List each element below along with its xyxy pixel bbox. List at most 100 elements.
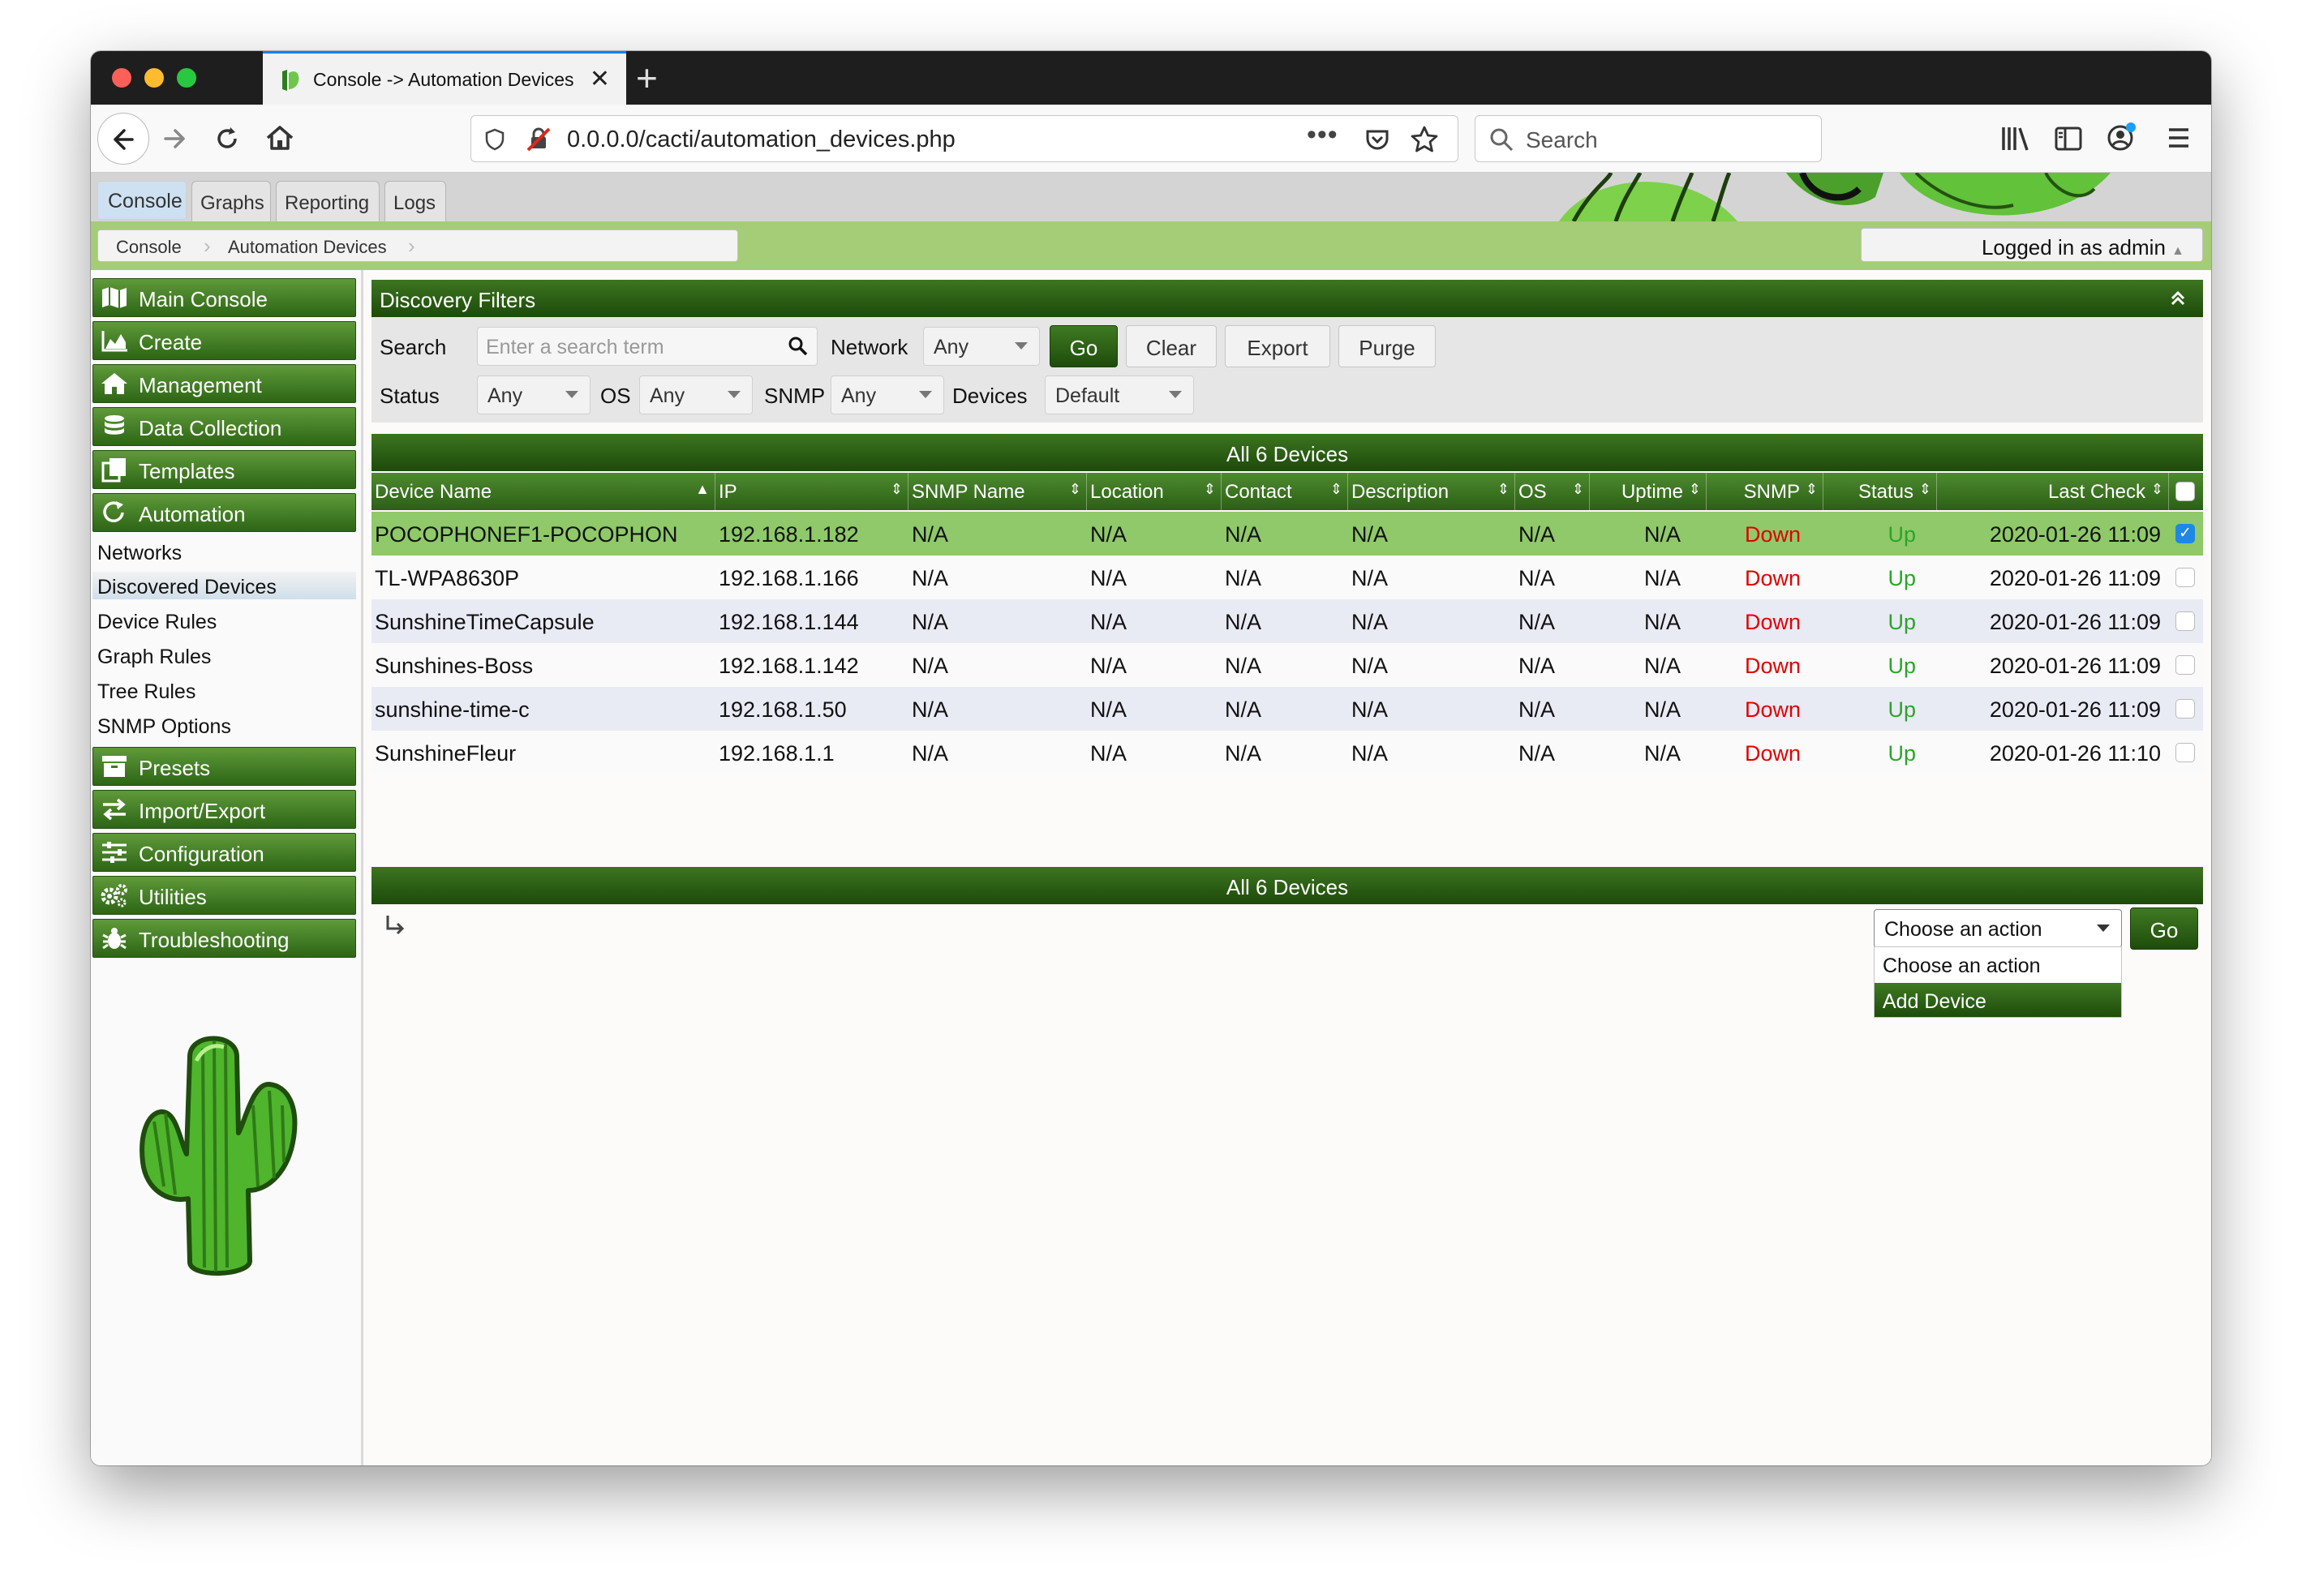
cell-location: N/A: [1090, 697, 1127, 722]
new-tab-icon[interactable]: +: [636, 56, 658, 100]
network-select[interactable]: Any: [923, 327, 1040, 366]
sidebar-item-graph-rules[interactable]: Graph Rules: [97, 646, 211, 669]
shield-icon[interactable]: [483, 127, 507, 152]
sidebar-item-device-rules[interactable]: Device Rules: [97, 611, 217, 634]
insecure-lock-icon[interactable]: [525, 126, 552, 153]
row-checkbox[interactable]: [2175, 655, 2195, 675]
row-checkbox[interactable]: ✓: [2175, 524, 2195, 543]
menu-configuration[interactable]: Configuration: [92, 833, 356, 872]
row-checkbox[interactable]: [2175, 699, 2195, 719]
sidebar: Main Console Create Management Data Coll…: [91, 270, 363, 1465]
cell-name[interactable]: SunshineTimeCapsule: [375, 610, 595, 635]
tab-console[interactable]: Console: [97, 181, 187, 220]
bookmark-star-icon[interactable]: [1409, 124, 1440, 155]
dropdown-option-choose[interactable]: Choose an action: [1875, 947, 2121, 981]
sidebar-item-networks[interactable]: Networks: [97, 542, 182, 565]
devices-select[interactable]: Default: [1045, 375, 1194, 414]
reload-icon[interactable]: [211, 122, 243, 155]
breadcrumb-console[interactable]: Console: [116, 237, 182, 258]
sidebar-toggle-icon[interactable]: [2054, 124, 2083, 153]
cell-name[interactable]: POCOPHONEF1-POCOPHON: [375, 522, 678, 547]
column-status[interactable]: Status ⇕: [1823, 473, 1937, 510]
sort-icon: ⇕: [1688, 481, 1701, 497]
column-uptime[interactable]: Uptime ⇕: [1590, 473, 1707, 510]
row-checkbox[interactable]: [2175, 611, 2195, 631]
status-select[interactable]: Any: [477, 375, 591, 414]
column-os[interactable]: OS ⇕: [1515, 473, 1590, 510]
hamburger-menu-icon[interactable]: [2166, 126, 2192, 150]
forward-arrow-icon[interactable]: [159, 122, 191, 155]
select-all-checkbox[interactable]: [2175, 482, 2195, 501]
page-actions-icon[interactable]: •••: [1307, 119, 1338, 151]
sidebar-item-snmp-options[interactable]: SNMP Options: [97, 715, 231, 739]
menu-automation[interactable]: Automation: [92, 493, 356, 532]
column-snmp[interactable]: SNMP ⇕: [1707, 473, 1823, 510]
sidebar-item-tree-rules[interactable]: Tree Rules: [97, 680, 195, 704]
menu-templates[interactable]: Templates: [92, 450, 356, 489]
column-description[interactable]: Description ⇕: [1348, 473, 1515, 510]
cell-name[interactable]: sunshine-time-c: [375, 697, 530, 723]
pocket-icon[interactable]: [1364, 126, 1391, 153]
cell-name[interactable]: Sunshines-Boss: [375, 654, 533, 679]
cell-name[interactable]: TL-WPA8630P: [375, 566, 519, 591]
logged-in-menu[interactable]: Logged in as admin ▲: [1861, 228, 2203, 262]
menu-create[interactable]: Create: [92, 321, 356, 360]
snmp-select[interactable]: Any: [831, 375, 944, 414]
column-device-name[interactable]: Device Name ▲: [371, 473, 715, 510]
os-select[interactable]: Any: [639, 375, 753, 414]
account-icon[interactable]: [2106, 121, 2138, 153]
menu-troubleshooting[interactable]: Troubleshooting: [92, 919, 356, 958]
search-icon[interactable]: [788, 336, 809, 357]
library-icon[interactable]: [2000, 124, 2031, 153]
column-contact[interactable]: Contact ⇕: [1222, 473, 1348, 510]
menu-management[interactable]: Management: [92, 364, 356, 403]
close-window-icon[interactable]: [112, 68, 131, 88]
tab-reporting[interactable]: Reporting: [276, 181, 380, 221]
tab-graphs[interactable]: Graphs: [191, 181, 271, 221]
menu-main-console-label: Main Console: [139, 287, 268, 311]
table-row[interactable]: SunshineFleur 192.168.1.1 N/A N/A N/A N/A N/A N…: [371, 731, 2203, 774]
zoom-window-icon[interactable]: [177, 68, 196, 88]
table-row[interactable]: TL-WPA8630P 192.168.1.166 N/A N/A N/A N/A N/A N…: [371, 556, 2203, 599]
menu-import-export[interactable]: Import/Export: [92, 790, 356, 829]
browser-tab[interactable]: Console -> Automation Devices ✕: [263, 51, 626, 105]
clear-button[interactable]: Clear: [1126, 325, 1217, 367]
sidebar-item-discovered-devices[interactable]: Discovered Devices: [92, 572, 356, 599]
table-row[interactable]: POCOPHONEF1-POCOPHON 192.168.1.182 N/A N/A N…: [371, 512, 2203, 556]
cell-os: N/A: [1518, 654, 1556, 678]
breadcrumb-current[interactable]: Automation Devices: [228, 237, 387, 258]
row-checkbox[interactable]: [2175, 568, 2195, 587]
action-go-button[interactable]: Go: [2130, 907, 2198, 950]
home-icon[interactable]: [263, 121, 297, 155]
browser-search-field[interactable]: Search: [1475, 115, 1822, 162]
column-location[interactable]: Location ⇕: [1087, 473, 1222, 510]
action-select[interactable]: Choose an action: [1874, 909, 2122, 948]
purge-button[interactable]: Purge: [1338, 325, 1436, 367]
back-button[interactable]: [97, 113, 149, 165]
menu-presets[interactable]: Presets: [92, 747, 356, 786]
go-button[interactable]: Go: [1050, 325, 1118, 367]
cell-name[interactable]: SunshineFleur: [375, 741, 516, 766]
column-snmp-name[interactable]: SNMP Name ⇕: [908, 473, 1087, 510]
row-checkbox[interactable]: [2175, 743, 2195, 762]
dropdown-option-add-device[interactable]: Add Device: [1875, 983, 2121, 1017]
table-row[interactable]: SunshineTimeCapsule 192.168.1.144 N/A N/A N/…: [371, 599, 2203, 643]
menu-main-console[interactable]: Main Console: [92, 278, 356, 317]
column-last-check[interactable]: Last Check ⇕: [1937, 473, 2169, 510]
devices-select-value: Default: [1055, 384, 1120, 407]
export-button[interactable]: Export: [1225, 325, 1330, 367]
search-input[interactable]: Enter a search term: [477, 327, 818, 366]
database-icon: [105, 415, 124, 435]
tab-logs[interactable]: Logs: [384, 181, 446, 221]
table-row[interactable]: Sunshines-Boss 192.168.1.142 N/A N/A N/A N/A N…: [371, 643, 2203, 687]
minimize-window-icon[interactable]: [144, 68, 164, 88]
cell-description: N/A: [1351, 610, 1389, 634]
menu-data-collection[interactable]: Data Collection: [92, 407, 356, 446]
collapse-chevron-icon[interactable]: [2169, 290, 2187, 307]
menu-utilities[interactable]: Utilities: [92, 876, 356, 915]
column-device-name-label: Device Name: [375, 481, 492, 503]
close-tab-icon[interactable]: ✕: [590, 65, 610, 93]
column-ip[interactable]: IP ⇕: [715, 473, 908, 510]
url-bar[interactable]: 0.0.0.0/cacti/automation_devices.php •••: [470, 115, 1458, 162]
table-row[interactable]: sunshine-time-c 192.168.1.50 N/A N/A N/A N/A N…: [371, 687, 2203, 731]
